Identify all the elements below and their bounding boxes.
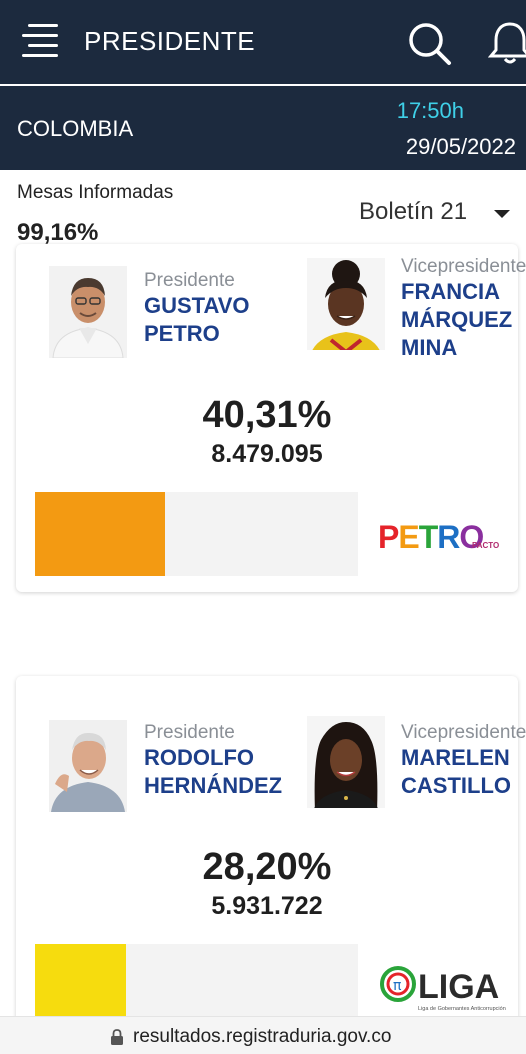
vote-bar-track bbox=[35, 492, 358, 576]
menu-icon[interactable] bbox=[22, 24, 58, 58]
vice-role-label: Vicepresidente bbox=[401, 722, 526, 743]
svg-text:π: π bbox=[393, 978, 402, 994]
candidate-card: Presidente RODOLFO HERNÁNDEZ Vicepreside… bbox=[16, 676, 526, 1036]
mesas-label: Mesas Informadas bbox=[17, 182, 174, 203]
president-role-label: Presidente bbox=[144, 270, 235, 291]
mesas-value: 99,16% bbox=[17, 219, 99, 246]
browser-url-bar[interactable]: resultados.registraduria.gov.co bbox=[0, 1016, 526, 1054]
country-label: COLOMBIA bbox=[17, 116, 134, 141]
info-bar: COLOMBIA 17:50h 29/05/2022 bbox=[0, 86, 526, 170]
candidate-card: Presidente GUSTAVO PETRO Vicepresidente … bbox=[16, 244, 526, 592]
vote-percentage: 28,20% bbox=[202, 846, 332, 888]
bell-icon[interactable] bbox=[488, 18, 526, 66]
lock-icon bbox=[111, 1029, 123, 1045]
president-name: RODOLFO HERNÁNDEZ bbox=[144, 745, 283, 798]
vote-percentage: 40,31% bbox=[202, 394, 332, 436]
logo-letter: P bbox=[378, 519, 399, 555]
update-time: 17:50h bbox=[396, 98, 464, 123]
vote-count: 8.479.095 bbox=[211, 440, 323, 468]
logo-subtitle: Liga de Gobernantes Anticorrupción bbox=[418, 1006, 506, 1012]
top-bar: PRESIDENTE bbox=[0, 0, 526, 84]
search-icon[interactable] bbox=[406, 20, 452, 66]
svg-text:PETRO: PETRO bbox=[378, 519, 483, 555]
url-text[interactable]: resultados.registraduria.gov.co bbox=[133, 1026, 391, 1048]
vice-name: MARELEN CASTILLO bbox=[401, 745, 511, 798]
president-name: GUSTAVO PETRO bbox=[144, 293, 250, 346]
candidate-photo bbox=[49, 720, 127, 812]
vote-count: 5.931.722 bbox=[211, 892, 323, 920]
page-title: PRESIDENTE bbox=[84, 26, 256, 56]
vice-name: FRANCIA MÁRQUEZ MINA bbox=[401, 279, 513, 360]
vice-candidate-photo bbox=[307, 716, 385, 808]
party-logo: PETRO PACTO bbox=[376, 510, 502, 560]
vice-role-label: Vicepresidente bbox=[401, 256, 526, 277]
update-date: 29/05/2022 bbox=[405, 134, 516, 159]
vote-bar-fill bbox=[35, 492, 165, 576]
chevron-down-icon[interactable] bbox=[494, 210, 510, 218]
vice-candidate-photo bbox=[307, 258, 385, 350]
boletin-select[interactable]: Boletín 21 bbox=[359, 198, 467, 226]
president-role-label: Presidente bbox=[144, 722, 235, 743]
logo-text: LIGA bbox=[418, 968, 499, 1006]
logo-badge: PACTO bbox=[472, 541, 499, 550]
party-logo: π LIGA Liga de Gobernantes Anticorrupció… bbox=[380, 960, 506, 1016]
candidate-photo bbox=[49, 266, 127, 358]
